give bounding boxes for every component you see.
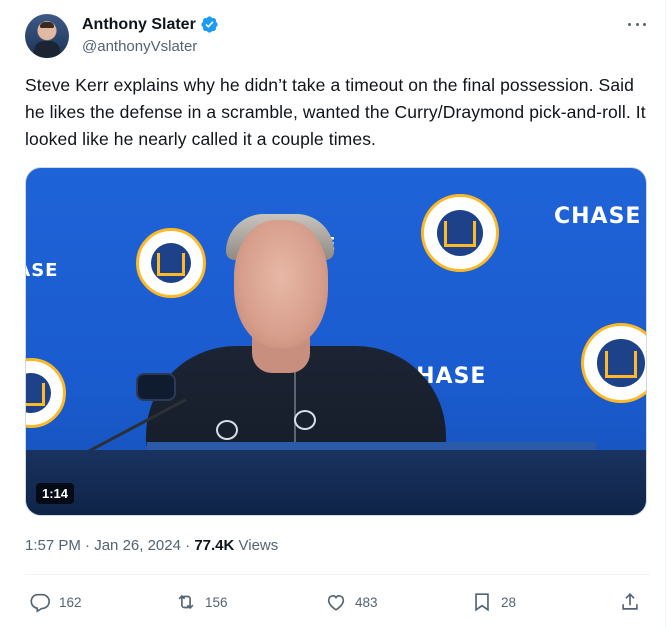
share-button[interactable] [619,585,641,619]
microphone [136,373,176,401]
bookmark-button[interactable]: 28 [471,585,516,619]
tweet-text: Steve Kerr explains why he didn’t take a… [25,75,646,149]
divider [25,574,650,575]
shirt-logo [294,410,316,430]
video-duration-badge: 1:14 [36,483,75,504]
sponsor-text: CHASE [26,260,59,281]
verified-badge-icon [201,16,218,33]
repost-icon [178,594,194,610]
tweet-card: Anthony Slater @anthonyVslater Steve Ker… [0,0,666,628]
bookmark-icon [475,593,489,612]
like-icon [327,594,345,611]
speaker-face [234,220,328,348]
bookmark-count: 28 [501,594,517,610]
author-display-name[interactable]: Anthony Slater [82,16,196,34]
like-count: 483 [355,594,378,610]
shirt-patch [216,420,238,440]
views-label: Views [238,537,279,554]
reply-button[interactable]: 162 [29,585,82,619]
action-bar: 162 156 483 28 [25,585,650,619]
more-icon[interactable] [624,14,650,34]
tweet-date[interactable]: Jan 26, 2024 [94,537,181,554]
author-name-row: Anthony Slater [82,15,219,34]
tweet-time[interactable]: 1:57 PM [25,537,81,554]
views-count: 77.4K [194,537,235,554]
warriors-logo-icon [26,358,66,428]
reply-count: 162 [59,594,82,610]
tweet-meta: 1:57 PM · Jan 26, 2024 · 77.4K Views [25,537,279,554]
reply-icon [30,593,50,613]
video-player[interactable]: CHASE CHASE CHASE CHASE 1:14 [25,167,647,516]
repost-button[interactable]: 156 [175,585,228,619]
podium [26,450,646,515]
like-button[interactable]: 483 [325,585,378,619]
warriors-logo-icon [136,228,206,298]
repost-count: 156 [205,594,228,610]
warriors-logo-icon [421,194,499,272]
warriors-logo-icon [581,323,646,403]
author-handle[interactable]: @anthonyVslater [82,38,197,55]
sponsor-text: CHASE [554,204,642,229]
share-icon [622,593,638,610]
avatar[interactable] [25,14,69,58]
